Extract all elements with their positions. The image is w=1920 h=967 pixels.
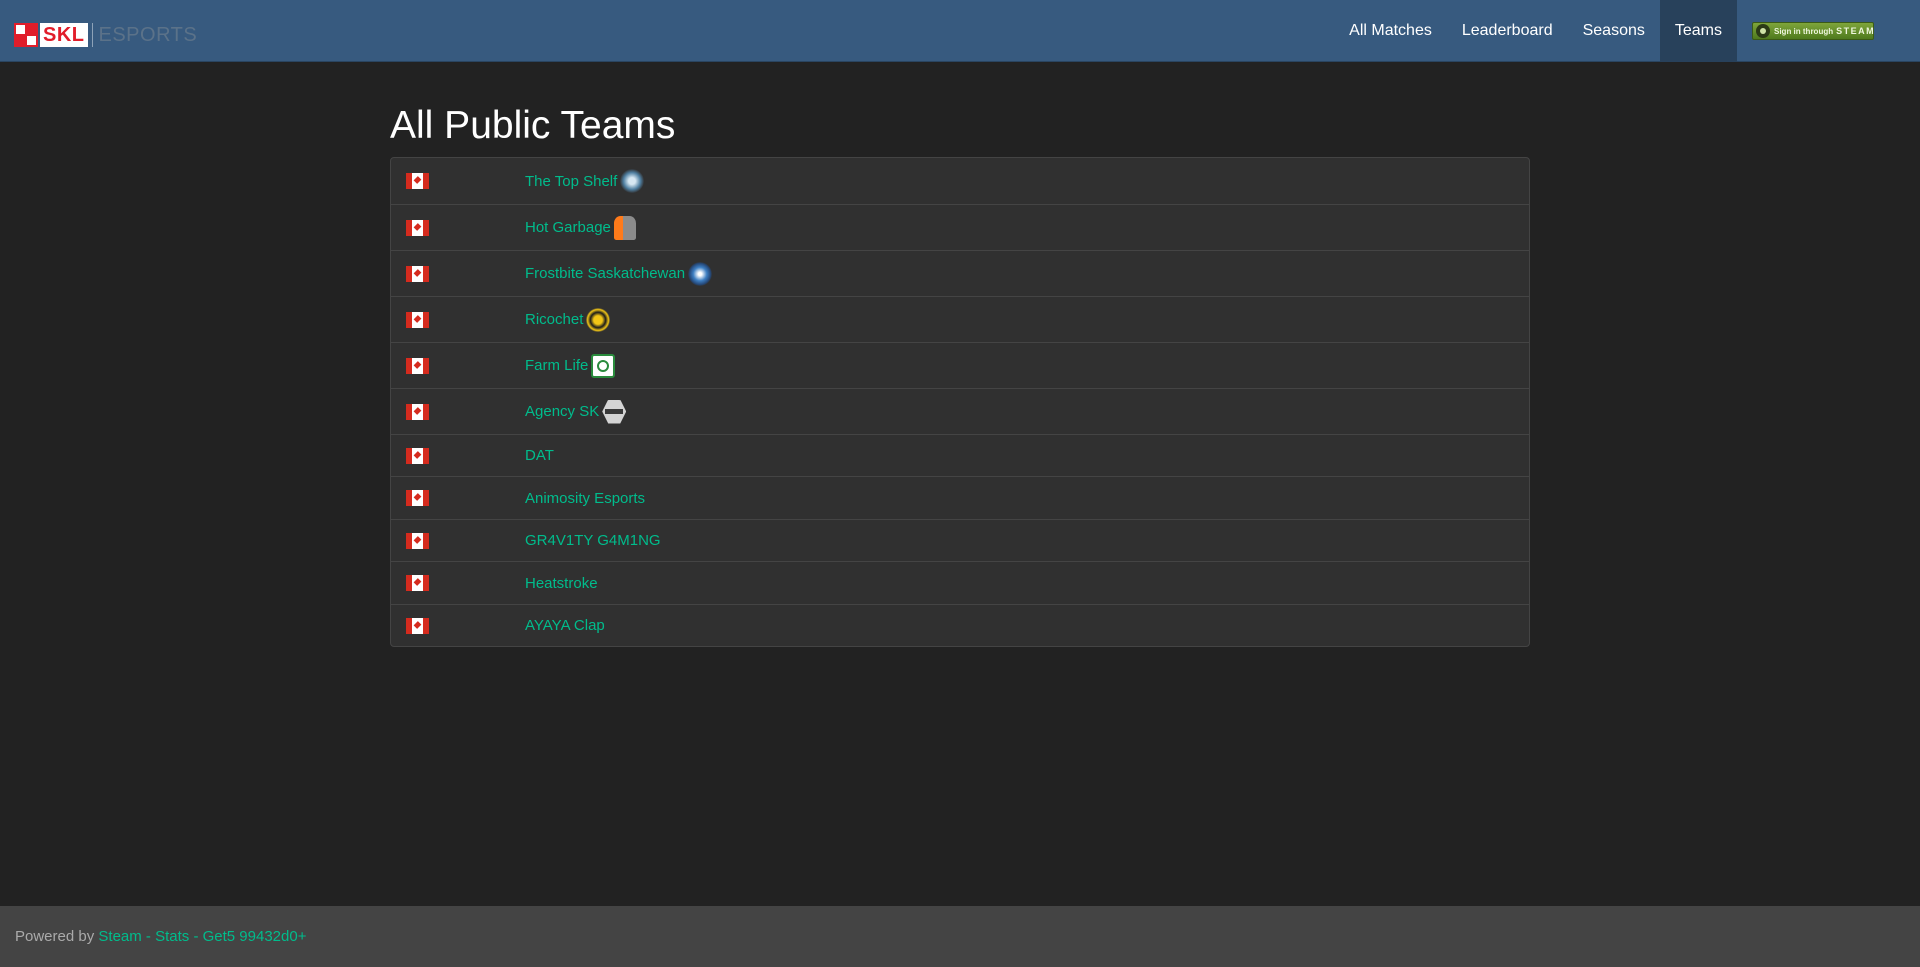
- team-link[interactable]: Animosity Esports: [525, 490, 645, 507]
- team-row: Heatstroke: [391, 561, 1529, 604]
- nav-menu: All Matches Leaderboard Seasons Teams Si…: [1334, 0, 1920, 62]
- team-row: The Top Shelf: [391, 158, 1529, 204]
- canada-flag-icon: [406, 357, 429, 374]
- team-link[interactable]: Hot Garbage: [525, 219, 611, 236]
- footer-prefix: Powered by: [15, 928, 95, 945]
- brand-divider: [91, 23, 93, 47]
- page-title: All Public Teams: [390, 104, 676, 147]
- team-row: GR4V1TY G4M1NG: [391, 519, 1529, 561]
- steam-signin-button[interactable]: Sign in through STEAM: [1752, 22, 1874, 40]
- team-list: The Top Shelf Hot Garbage Frostbite Sask…: [390, 157, 1530, 647]
- canada-flag-icon: [406, 447, 429, 464]
- team-row: Frostbite Saskatchewan: [391, 250, 1529, 296]
- team-link[interactable]: Frostbite Saskatchewan: [525, 265, 685, 282]
- team-row: Hot Garbage: [391, 204, 1529, 250]
- team-link[interactable]: Farm Life: [525, 357, 588, 374]
- footer-separator: -: [193, 928, 199, 945]
- brand-suffix: ESPORTS: [98, 23, 198, 46]
- nav-seasons[interactable]: Seasons: [1568, 0, 1660, 62]
- canada-flag-icon: [406, 617, 429, 634]
- steam-signin-prefix: Sign in through: [1774, 26, 1834, 36]
- canada-flag-icon: [406, 311, 429, 328]
- team-link[interactable]: Ricochet: [525, 311, 583, 328]
- footer: Powered by Steam - Stats - Get5 99432d0+: [0, 906, 1920, 967]
- brand-logo[interactable]: SKL ESPORTS: [14, 23, 197, 47]
- team-link[interactable]: DAT: [525, 447, 554, 464]
- team-link[interactable]: GR4V1TY G4M1NG: [525, 532, 661, 549]
- ricochet-logo-icon: [586, 307, 611, 332]
- footer-get5-link[interactable]: Get5 99432d0+: [203, 928, 307, 945]
- canada-flag-icon: [406, 490, 429, 506]
- team-row: Agency SK: [391, 388, 1529, 434]
- hot-garbage-logo-icon: [613, 215, 636, 240]
- canada-flag-icon: [406, 219, 429, 236]
- footer-credits: Powered by Steam - Stats - Get5 99432d0+: [15, 906, 306, 967]
- navbar: SKL ESPORTS All Matches Leaderboard Seas…: [0, 0, 1920, 62]
- team-link[interactable]: The Top Shelf: [525, 173, 617, 190]
- steam-icon: [1756, 24, 1770, 38]
- footer-separator: -: [145, 928, 151, 945]
- brand-logo-text: SKL: [40, 23, 88, 47]
- team-row: AYAYA Clap: [391, 604, 1529, 646]
- canada-flag-icon: [406, 173, 429, 189]
- team-link[interactable]: Heatstroke: [525, 575, 598, 592]
- team-row: DAT: [391, 434, 1529, 476]
- team-link[interactable]: AYAYA Clap: [525, 617, 605, 634]
- team-row: Ricochet: [391, 296, 1529, 342]
- team-row: Animosity Esports: [391, 476, 1529, 519]
- team-link[interactable]: Agency SK: [525, 403, 599, 420]
- footer-stats-link[interactable]: Stats: [155, 928, 189, 945]
- farm-life-logo-icon: [591, 353, 616, 378]
- brand-mark-icon: [14, 23, 38, 47]
- nav-teams[interactable]: Teams: [1659, 0, 1737, 62]
- agency-sk-logo-icon: [602, 399, 627, 424]
- nav-all-matches[interactable]: All Matches: [1334, 0, 1447, 62]
- canada-flag-icon: [406, 575, 429, 591]
- top-shelf-logo-icon: [620, 169, 645, 193]
- steam-signin-brand: STEAM: [1836, 26, 1876, 36]
- frostbite-logo-icon: [688, 261, 713, 286]
- canada-flag-icon: [406, 532, 429, 549]
- team-row: Farm Life: [391, 342, 1529, 388]
- canada-flag-icon: [406, 265, 429, 282]
- canada-flag-icon: [406, 403, 429, 420]
- nav-leaderboard[interactable]: Leaderboard: [1447, 0, 1568, 62]
- footer-steam-link[interactable]: Steam: [98, 928, 141, 945]
